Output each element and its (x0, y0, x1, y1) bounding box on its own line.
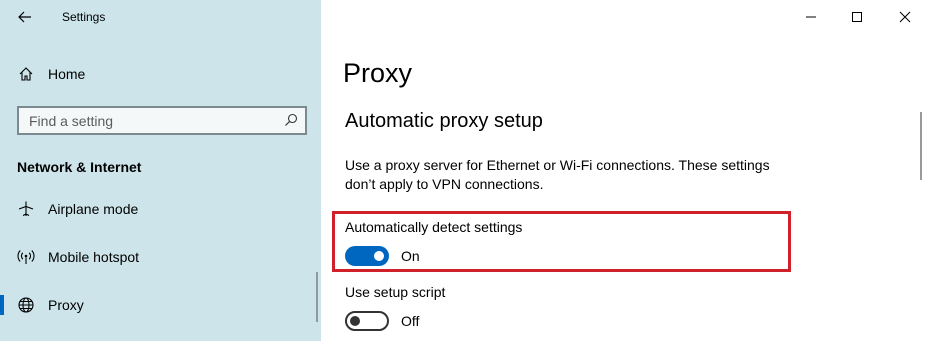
toggle-knob (374, 251, 384, 261)
sidebar-item-proxy[interactable]: Proxy (0, 285, 321, 325)
maximize-button[interactable] (834, 0, 880, 34)
auto-detect-toggle[interactable] (345, 246, 389, 266)
setup-script-state: Off (401, 313, 420, 329)
mobile-hotspot-icon (17, 248, 35, 266)
back-button[interactable] (10, 4, 40, 30)
airplane-icon (17, 200, 35, 218)
main-scrollbar[interactable] (920, 112, 922, 180)
search-input[interactable] (19, 108, 269, 133)
minimize-button[interactable] (788, 0, 834, 34)
auto-detect-state: On (401, 248, 420, 264)
sidebar-item-label: Mobile hotspot (48, 249, 140, 265)
back-arrow-icon (18, 11, 31, 23)
sidebar-item-home[interactable]: Home (0, 54, 321, 94)
sidebar-item-airplane-mode[interactable]: Airplane mode (0, 189, 321, 229)
page-title: Proxy (343, 58, 413, 88)
setup-script-label: Use setup script (345, 284, 446, 300)
active-indicator (0, 295, 4, 315)
sidebar-item-mobile-hotspot[interactable]: Mobile hotspot (0, 237, 321, 277)
sidebar-item-label: Proxy (48, 297, 84, 313)
maximize-icon (852, 12, 862, 22)
home-icon (17, 65, 35, 83)
close-button[interactable] (882, 0, 928, 34)
auto-detect-label: Automatically detect settings (345, 219, 523, 235)
sidebar-item-label: Home (48, 66, 86, 82)
search-icon (285, 113, 298, 126)
close-icon (899, 11, 911, 23)
sidebar: Settings Home Network & Internet Airplan… (0, 0, 321, 341)
sidebar-item-label: Airplane mode (48, 201, 139, 217)
sidebar-scrollbar[interactable] (316, 272, 318, 322)
section-header: Network & Internet (17, 159, 142, 175)
section-title: Automatic proxy setup (345, 110, 543, 132)
globe-icon (17, 296, 35, 314)
search-box[interactable] (17, 106, 307, 135)
setup-script-toggle[interactable] (345, 311, 389, 331)
main-content: Proxy Automatic proxy setup Use a proxy … (321, 0, 928, 341)
section-description: Use a proxy server for Ethernet or Wi-Fi… (345, 157, 770, 192)
toggle-knob (350, 316, 360, 326)
minimize-icon (806, 16, 816, 18)
app-title: Settings (62, 10, 106, 24)
